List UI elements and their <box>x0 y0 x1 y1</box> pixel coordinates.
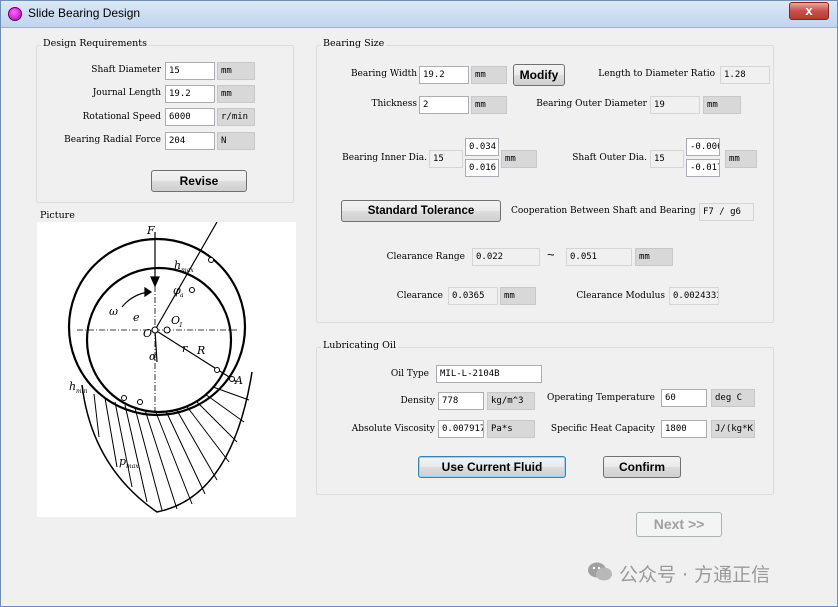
shaft-outer-dia-label: Shaft Outer Dia. <box>572 153 647 163</box>
outer-diameter-unit: mm <box>703 96 741 114</box>
operating-temperature-label: Operating Temperature <box>546 393 655 403</box>
journal-length-label: Journal Length <box>92 88 161 98</box>
client-area: Design Requirements Shaft Diameter 15 mm… <box>9 29 829 599</box>
clearance-label: Clearance <box>396 291 443 301</box>
diagram-label-R: R <box>196 344 205 357</box>
diagram-label-hmax-sub: max <box>181 267 194 274</box>
absolute-viscosity-unit: Pa*s <box>487 420 535 438</box>
confirm-button[interactable]: Confirm <box>603 456 681 478</box>
standard-tolerance-button[interactable]: Standard Tolerance <box>341 200 501 222</box>
inner-dia-value: 15 <box>429 150 463 168</box>
design-requirements-group: Design Requirements Shaft Diameter 15 mm… <box>36 38 294 203</box>
shaft-diameter-label: Shaft Diameter <box>91 65 161 75</box>
shaft-outer-dia-lower-input[interactable]: -0.017 <box>686 159 720 177</box>
rotational-speed-unit: r/min <box>217 108 255 126</box>
oil-type-label: Oil Type <box>390 369 429 379</box>
bearing-width-unit: mm <box>471 66 507 84</box>
absolute-viscosity-input[interactable]: 0.0079178 <box>438 420 484 438</box>
rotational-speed-input[interactable]: 6000 <box>165 108 215 126</box>
inner-dia-label: Bearing Inner Dia. <box>342 153 427 163</box>
diagram-label-hmin-sub: min <box>76 388 88 395</box>
diagram-label-A: A <box>234 374 243 387</box>
clearance-unit: mm <box>500 287 536 305</box>
diagram-label-phi-sub: a <box>180 292 184 299</box>
specific-heat-unit: J/(kg*K) <box>711 420 755 438</box>
lubricating-oil-title: Lubricating Oil <box>321 340 399 351</box>
title-bar: Slide Bearing Design x <box>1 1 837 28</box>
outer-diameter-label: Bearing Outer Diameter <box>536 99 647 109</box>
bearing-size-title: Bearing Size <box>321 38 387 49</box>
rotational-speed-label: Rotational Speed <box>82 112 161 122</box>
diagram-label-O1-sub: 1 <box>179 322 183 329</box>
shaft-outer-dia-upper-input[interactable]: -0.006 <box>686 138 720 156</box>
journal-length-input[interactable]: 19.2 <box>165 85 215 103</box>
watermark-text: 公众号 · 方通正信 <box>619 564 771 586</box>
radial-force-unit: N <box>217 132 255 150</box>
inner-dia-lower-input[interactable]: 0.016 <box>465 159 499 177</box>
diagram-label-alpha: α <box>149 350 157 363</box>
specific-heat-label: Specific Heat Capacity <box>550 424 655 434</box>
use-current-fluid-button[interactable]: Use Current Fluid <box>418 456 566 478</box>
diagram-label-omega: ω <box>109 305 118 318</box>
oil-type-input[interactable]: MIL-L-2104B <box>436 365 542 383</box>
inner-dia-upper-input[interactable]: 0.034 <box>465 138 499 156</box>
density-unit: kg/m^3 <box>487 392 535 410</box>
clearance-range-max: 0.051 <box>566 248 632 266</box>
outer-diameter-value: 19 <box>650 96 700 114</box>
bearing-diagram-svg: F h max φ a ω e O O 1 R r α A h min p ma… <box>67 221 253 513</box>
lubricating-oil-group: Lubricating Oil Oil Type MIL-L-2104B Den… <box>316 340 774 495</box>
inner-dia-unit: mm <box>501 150 537 168</box>
specific-heat-input[interactable]: 1800 <box>661 420 707 438</box>
radial-force-input[interactable]: 204 <box>165 132 215 150</box>
bearing-width-label: Bearing Width <box>350 69 417 79</box>
ld-ratio-value: 1.28 <box>720 66 770 84</box>
density-input[interactable]: 778 <box>438 392 484 410</box>
cooperation-value: F7 / g6 <box>699 203 754 221</box>
next-button[interactable]: Next >> <box>636 512 722 537</box>
clearance-modulus-label: Clearance Modulus <box>576 291 665 301</box>
density-label: Density <box>400 396 435 406</box>
main-window: Slide Bearing Design x Design Requiremen… <box>0 0 838 607</box>
clearance-range-label: Clearance Range <box>386 252 465 262</box>
clearance-range-unit: mm <box>635 248 673 266</box>
thickness-input[interactable]: 2 <box>419 96 469 114</box>
picture-title: Picture <box>40 210 75 221</box>
modify-button[interactable]: Modify <box>513 64 565 86</box>
operating-temperature-input[interactable]: 60 <box>661 389 707 407</box>
diagram-label-e: e <box>133 311 140 324</box>
operating-temperature-unit: deg C <box>711 389 755 407</box>
clearance-modulus-value: 0.0024333 <box>669 287 719 305</box>
clearance-range-min: 0.022 <box>472 248 540 266</box>
thickness-label: Thickness <box>371 99 417 109</box>
diagram-label-pmax-sub: max <box>126 463 139 470</box>
diagram-label-pmax: p <box>119 455 126 468</box>
ld-ratio-label: Length to Diameter Ratio <box>598 69 715 79</box>
absolute-viscosity-label: Absolute Viscosity <box>351 424 435 434</box>
diagram-label-F: F <box>146 224 155 237</box>
shaft-outer-dia-unit: mm <box>725 150 757 168</box>
journal-length-unit: mm <box>217 85 255 103</box>
app-icon <box>8 7 22 21</box>
wechat-icon <box>588 562 612 581</box>
thickness-unit: mm <box>471 96 507 114</box>
radial-force-label: Bearing Radial Force <box>64 135 161 145</box>
bearing-width-input[interactable]: 19.2 <box>419 66 469 84</box>
bearing-diagram: F h max φ a ω e O O 1 R r α A h min p ma… <box>37 221 296 517</box>
shaft-diameter-input[interactable]: 15 <box>165 62 215 80</box>
cooperation-label: Cooperation Between Shaft and Bearing <box>511 206 696 216</box>
diagram-label-r: r <box>182 342 188 355</box>
close-button[interactable]: x <box>789 2 829 20</box>
window-title: Slide Bearing Design <box>28 6 141 20</box>
shaft-outer-dia-value: 15 <box>650 150 684 168</box>
clearance-value: 0.0365 <box>448 287 498 305</box>
shaft-diameter-unit: mm <box>217 62 255 80</box>
clearance-range-tilde: ~ <box>547 247 555 262</box>
diagram-label-O: O <box>143 327 152 340</box>
bearing-size-group: Bearing Size Bearing Width 19.2 mm Modif… <box>316 38 774 323</box>
design-requirements-title: Design Requirements <box>41 38 149 49</box>
revise-button[interactable]: Revise <box>151 170 247 192</box>
